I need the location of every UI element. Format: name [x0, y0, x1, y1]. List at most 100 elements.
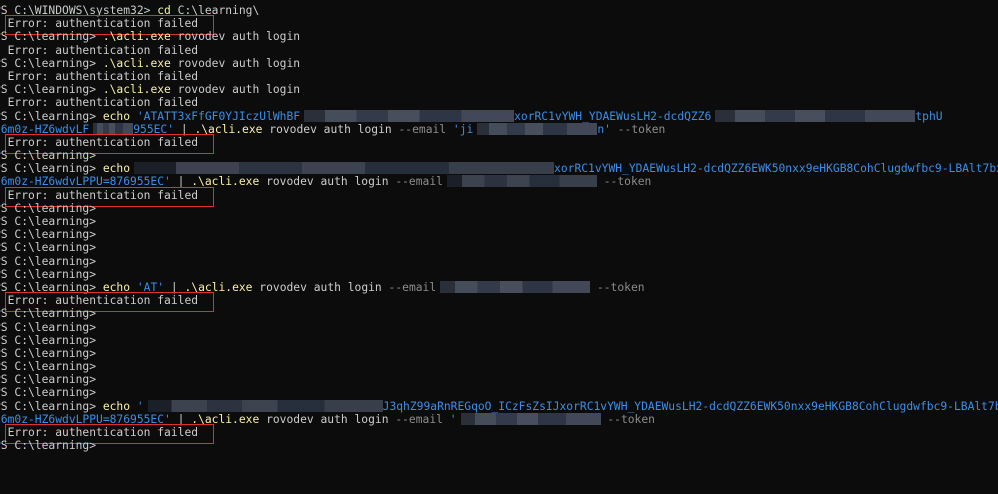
prompt: PS C:\learning>	[0, 149, 97, 163]
prompt: PS C:\learning>	[0, 439, 97, 453]
command-line: PS C:\learning> .\acli.exe rovodev auth …	[0, 30, 992, 43]
error-line: Error: authentication failed	[0, 133, 992, 155]
highlighted-error-message: Error: authentication failed	[4, 133, 215, 155]
command-token: echo	[96, 109, 131, 123]
error-message: Error: authentication failed	[7, 69, 199, 83]
command-line: PS C:\learning>	[0, 215, 992, 228]
redacted-region	[715, 109, 916, 122]
command-line: PS C:\learning>	[0, 334, 992, 347]
string-token: tphU	[915, 109, 943, 123]
parameter-token: --token	[600, 412, 655, 426]
redacted-region	[440, 280, 591, 293]
prompt: PS C:\learning>	[0, 280, 97, 294]
argument-token: rovodev auth login	[259, 412, 389, 426]
highlighted-error-message: Error: authentication failed	[4, 15, 215, 36]
command-token: .\acli.exe	[184, 412, 260, 426]
error-line: Error: authentication failed	[0, 70, 992, 83]
command-line: PS C:\learning> echo xorRC1vYWH_YDAEWusLH…	[0, 162, 998, 176]
redacted-region	[304, 109, 515, 122]
prompt: PS C:\learning>	[0, 346, 97, 360]
string-token: 'ATATT3xFfGF0YJIczUlWhBF	[130, 109, 301, 123]
highlighted-error-message: Error: authentication failed	[4, 423, 215, 445]
prompt: PS C:\learning>	[0, 254, 97, 268]
terminal-window[interactable]: PS C:\WINDOWS\system32> cd C:\learning\ …	[0, 0, 998, 494]
prompt: PS C:\learning>	[0, 215, 97, 228]
command-token: echo	[96, 162, 131, 176]
parameter-token: --email	[391, 122, 447, 136]
argument-token: rovodev auth login	[262, 122, 392, 136]
string-token: 'AT'	[130, 280, 165, 294]
prompt: PS C:\learning>	[0, 320, 97, 334]
redacted-region	[446, 175, 597, 188]
parameter-token: --token	[610, 122, 666, 136]
command-line: PS C:\learning> echo 'ATATT3xFfGF0YJIczU…	[0, 109, 992, 123]
prompt: PS C:\learning>	[0, 201, 97, 215]
command-token: .\acli.exe	[96, 83, 171, 97]
parameter-token: --token	[596, 175, 652, 189]
string-token: J6m0z-HZ6wdvLPPU=876955EC'	[0, 175, 171, 189]
command-line: PS C:\learning>	[0, 228, 992, 241]
argument-token: rovodev auth login	[170, 30, 301, 44]
command-token: echo	[96, 280, 131, 294]
error-line: Error: authentication failed	[0, 96, 992, 109]
parameter-token: --email	[388, 175, 443, 189]
error-message: Error: authentication failed	[7, 96, 199, 110]
command-token: echo	[96, 399, 131, 413]
pipe-token: |	[164, 280, 178, 294]
command-line: PS C:\learning>	[0, 307, 992, 320]
parameter-token: --token	[590, 280, 645, 294]
pipe-token: |	[170, 175, 185, 189]
command-line: PS C:\learning>	[0, 439, 992, 452]
redacted-region	[147, 399, 383, 412]
string-token: 'ji	[446, 122, 474, 136]
prompt: PS C:\learning>	[0, 267, 97, 281]
command-line: PS C:\learning>	[0, 149, 992, 162]
command-continuation-line: J6m0z-HZ6wdvLPPU=876955EC' | .\acli.exe …	[0, 412, 992, 426]
redacted-region	[93, 122, 134, 135]
command-line: PS C:\learning>	[0, 347, 992, 360]
error-message: Error: authentication failed	[7, 43, 199, 57]
argument-token: rovodev auth login	[170, 83, 301, 97]
argument-token: rovodev auth login	[170, 56, 301, 70]
prompt: PS C:\learning>	[0, 373, 97, 387]
pipe-token: |	[170, 412, 185, 426]
prompt: PS C:\learning>	[0, 360, 97, 374]
command-line: PS C:\learning>	[0, 386, 992, 399]
parameter-token: --email	[388, 412, 443, 426]
string-token: '	[130, 399, 144, 413]
string-token: '	[442, 412, 457, 426]
command-line: PS C:\learning>	[0, 268, 992, 281]
prompt: PS C:\learning>	[0, 307, 97, 321]
error-line: Error: authentication failed	[0, 292, 992, 313]
command-token: cd	[150, 4, 171, 17]
error-line: Error: authentication failed	[0, 44, 992, 57]
command-token: .\acli.exe	[96, 56, 171, 70]
string-token: J6m0z-HZ6wdvLPPU=876955EC'	[0, 412, 171, 426]
string-token: xorRC1vYWH_YDAEWusLH2-dcdQZZ6EWK50nxx9eH…	[554, 162, 998, 176]
command-line: PS C:\WINDOWS\system32> cd C:\learning\	[0, 4, 992, 17]
string-token: J3qhZ99aRnREGqoO_ICzFsZsIJxorRC1vYWH_YDA…	[382, 399, 998, 413]
error-line: Error: authentication failed	[0, 15, 992, 36]
command-line: PS C:\learning>	[0, 255, 992, 268]
command-continuation-line: J6m0z-HZ6wdvLF 955EC' | .\acli.exe rovode…	[0, 122, 992, 136]
prompt: PS C:\learning>	[0, 109, 97, 123]
command-line: PS C:\learning> .\acli.exe rovodev auth …	[0, 83, 992, 96]
prompt: PS C:\learning>	[0, 30, 97, 44]
command-token: .\acli.exe	[187, 122, 263, 136]
redacted-region	[134, 162, 555, 175]
command-line: PS C:\learning>	[0, 373, 992, 386]
string-token: 955EC'	[133, 122, 175, 136]
command-token: .\acli.exe	[184, 175, 260, 189]
prompt: PS C:\WINDOWS\system32>	[0, 4, 151, 17]
argument-token: C:\learning\	[170, 4, 260, 17]
pipe-token: |	[174, 122, 188, 136]
command-line: PS C:\learning> .\acli.exe rovodev auth …	[0, 57, 992, 70]
command-token: .\acli.exe	[96, 30, 171, 44]
command-line: PS C:\learning>	[0, 360, 992, 373]
command-line: PS C:\learning>	[0, 321, 992, 334]
